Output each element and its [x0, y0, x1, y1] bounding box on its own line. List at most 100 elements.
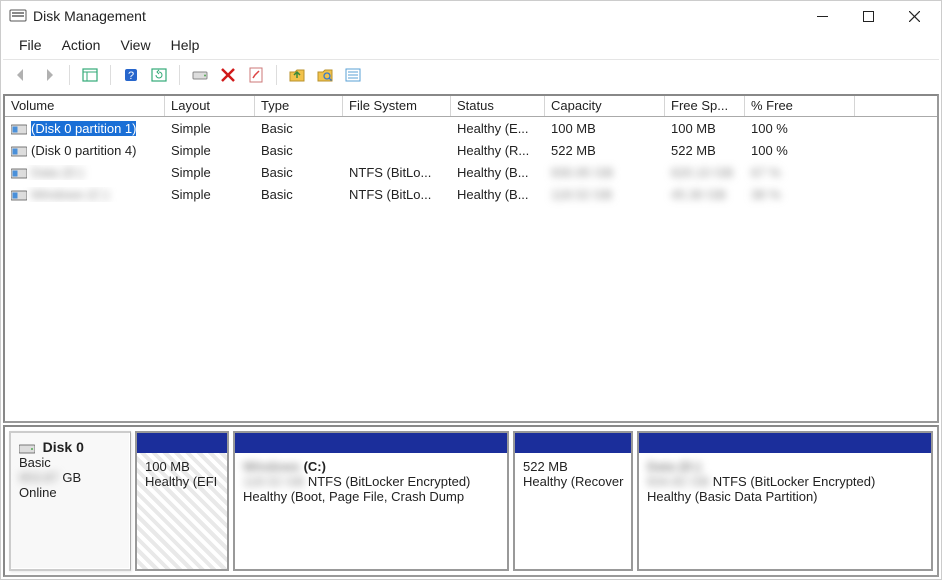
- col-blank: [855, 96, 937, 116]
- properties-button[interactable]: [244, 64, 268, 86]
- volume-status: Healthy (R...: [451, 143, 545, 158]
- volume-status: Healthy (E...: [451, 121, 545, 136]
- volume-list-pane: Volume Layout Type File System Status Ca…: [3, 94, 939, 423]
- volume-name-cell: Windows (C:): [5, 187, 165, 202]
- volume-name-cell: Data (D:): [5, 165, 165, 180]
- window-buttons: [799, 1, 937, 31]
- svg-text:?: ?: [128, 70, 134, 82]
- delete-button[interactable]: [216, 64, 240, 86]
- volume-name-cell: (Disk 0 partition 4): [5, 143, 165, 158]
- volume-row[interactable]: Data (D:) SimpleBasicNTFS (BitLo...Health…: [5, 161, 937, 183]
- forward-button[interactable]: [37, 64, 61, 86]
- partition-body: 100 MBHealthy (EFI: [135, 453, 229, 571]
- disk-size: 953.87 GB: [19, 470, 122, 485]
- col-volume[interactable]: Volume: [5, 96, 165, 116]
- volume-name: Data (D:): [31, 165, 84, 180]
- menu-action[interactable]: Action: [54, 35, 109, 55]
- volume-layout: Simple: [165, 121, 255, 136]
- volume-fs: NTFS (BitLo...: [343, 165, 451, 180]
- volume-free: 522 MB: [665, 143, 745, 158]
- toolbar-separator: [69, 65, 70, 85]
- partition-body: Data (D:) 834.82 GB NTFS (BitLocker Encr…: [637, 453, 933, 571]
- col-capacity[interactable]: Capacity: [545, 96, 665, 116]
- toolbar-separator: [276, 65, 277, 85]
- partition-line2: Healthy (Basic Data Partition): [647, 489, 923, 504]
- col-layout[interactable]: Layout: [165, 96, 255, 116]
- partition[interactable]: Windows (C:)118.52 GB NTFS (BitLocker En…: [233, 431, 509, 571]
- col-freespace[interactable]: Free Sp...: [665, 96, 745, 116]
- window-title: Disk Management: [33, 8, 146, 24]
- partition[interactable]: 522 MBHealthy (Recover: [513, 431, 633, 571]
- show-hide-tree-button[interactable]: [78, 64, 102, 86]
- partition-line1: 118.52 GB NTFS (BitLocker Encrypted): [243, 474, 499, 489]
- volume-status: Healthy (B...: [451, 165, 545, 180]
- partition-body: 522 MBHealthy (Recover: [513, 453, 633, 571]
- volume-rows: (Disk 0 partition 1)SimpleBasicHealthy (…: [5, 117, 937, 205]
- volume-icon: [11, 145, 27, 156]
- partition-stripe: [233, 431, 509, 453]
- col-status[interactable]: Status: [451, 96, 545, 116]
- app-icon: [9, 7, 27, 25]
- partition[interactable]: 100 MBHealthy (EFI: [135, 431, 229, 571]
- volume-icon: [11, 189, 27, 200]
- partition-label: Data (D:): [647, 459, 923, 474]
- close-button[interactable]: [891, 1, 937, 31]
- menu-view[interactable]: View: [112, 35, 158, 55]
- col-filesystem[interactable]: File System: [343, 96, 451, 116]
- menu-help[interactable]: Help: [163, 35, 208, 55]
- partition-label: Windows (C:): [243, 459, 499, 474]
- volume-row[interactable]: (Disk 0 partition 1) SimpleBasic Healthy (…: [5, 117, 937, 139]
- volume-fs: NTFS (BitLo...: [343, 187, 451, 202]
- help-button[interactable]: ?: [119, 64, 143, 86]
- volume-free: 100 MB: [665, 121, 745, 136]
- volume-type: Basic: [255, 121, 343, 136]
- volume-name-cell: (Disk 0 partition 1): [5, 121, 165, 136]
- list-button[interactable]: [341, 64, 365, 86]
- volume-type: Basic: [255, 187, 343, 202]
- volume-name: (Disk 0 partition 4): [31, 143, 136, 158]
- volume-row[interactable]: (Disk 0 partition 4) SimpleBasic Healthy (…: [5, 139, 937, 161]
- partition-line2: Healthy (Recover: [523, 474, 623, 489]
- partition-line2: Healthy (Boot, Page File, Crash Dump: [243, 489, 499, 504]
- partition-stripe: [513, 431, 633, 453]
- volume-layout: Simple: [165, 143, 255, 158]
- volume-pct: 100 %: [745, 143, 855, 158]
- volume-type: Basic: [255, 165, 343, 180]
- volume-name: Windows (C:): [31, 187, 109, 202]
- disk-status: Online: [19, 485, 122, 500]
- disk-partitions: 100 MBHealthy (EFIWindows (C:)118.52 GB …: [135, 431, 933, 571]
- partition-line2: Healthy (EFI: [145, 474, 219, 489]
- partition-line1: 834.82 GB NTFS (BitLocker Encrypted): [647, 474, 923, 489]
- col-type[interactable]: Type: [255, 96, 343, 116]
- volume-row[interactable]: Windows (C:)SimpleBasicNTFS (BitLo...Hea…: [5, 183, 937, 205]
- disk-info-panel[interactable]: Disk 0 Basic 953.87 GB Online: [9, 431, 131, 571]
- volume-layout: Simple: [165, 165, 255, 180]
- menubar: File Action View Help: [1, 31, 941, 59]
- back-button[interactable]: [9, 64, 33, 86]
- volume-icon: [11, 123, 27, 134]
- volume-name: (Disk 0 partition 1): [31, 121, 136, 136]
- volume-layout: Simple: [165, 187, 255, 202]
- disk-management-window: Disk Management File Action View Help ?: [0, 0, 942, 580]
- volume-free: 620.10 GB: [665, 165, 745, 180]
- volume-pct: 100 %: [745, 121, 855, 136]
- col-pctfree[interactable]: % Free: [745, 96, 855, 116]
- refresh-button[interactable]: [147, 64, 171, 86]
- rescan-disks-button[interactable]: [188, 64, 212, 86]
- partition-line1: 522 MB: [523, 459, 623, 474]
- search-button[interactable]: [313, 64, 337, 86]
- toolbar-separator: [110, 65, 111, 85]
- menu-file[interactable]: File: [11, 35, 50, 55]
- disk-name: Disk 0: [43, 439, 84, 455]
- partition[interactable]: Data (D:) 834.82 GB NTFS (BitLocker Encr…: [637, 431, 933, 571]
- toolbar: ?: [1, 60, 941, 92]
- disk-type: Basic: [19, 455, 122, 470]
- maximize-button[interactable]: [845, 1, 891, 31]
- minimize-button[interactable]: [799, 1, 845, 31]
- volume-type: Basic: [255, 143, 343, 158]
- partition-line1: 100 MB: [145, 459, 219, 474]
- import-button[interactable]: [285, 64, 309, 86]
- volume-capacity: 118.52 GB: [545, 187, 665, 202]
- volume-pct: 67 %: [745, 165, 855, 180]
- partition-stripe: [637, 431, 933, 453]
